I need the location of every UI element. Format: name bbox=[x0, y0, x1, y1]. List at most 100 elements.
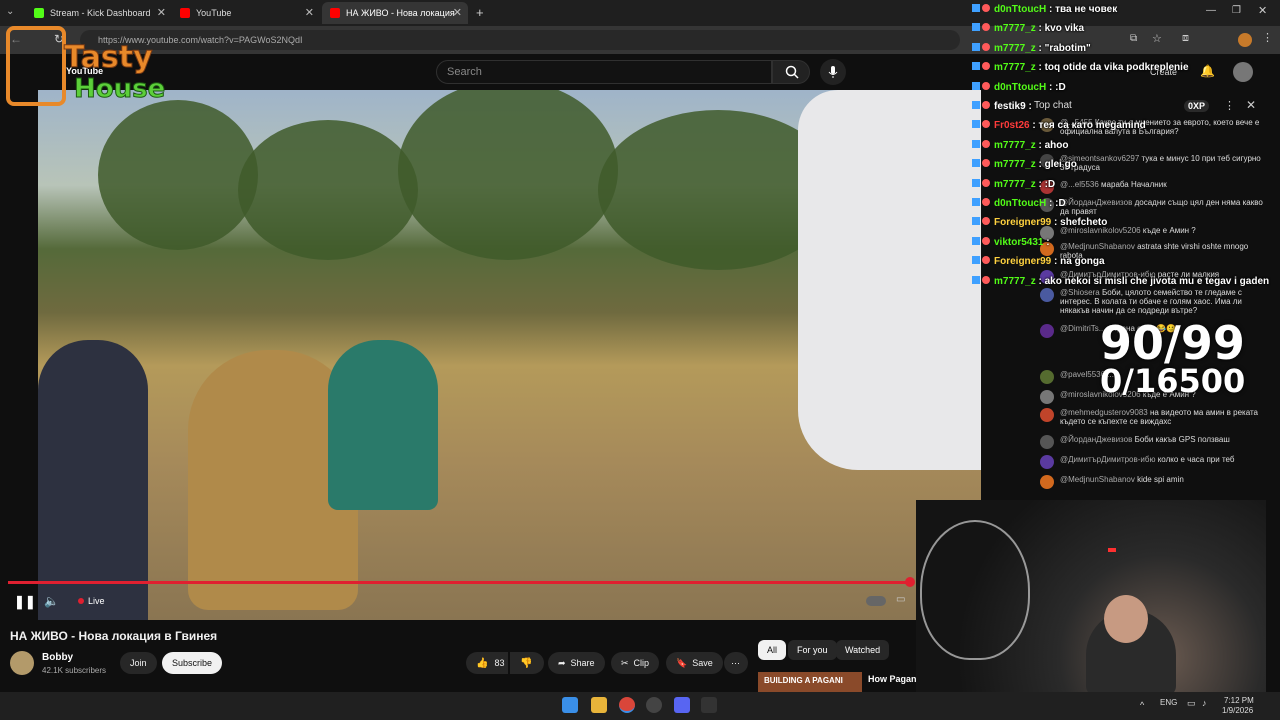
like-button[interactable]: 👍 83 bbox=[466, 652, 508, 674]
chat-user-avatar[interactable] bbox=[1040, 324, 1054, 338]
chip-for-you[interactable]: For you bbox=[788, 640, 837, 660]
volume-icon[interactable]: 🔈 bbox=[44, 594, 59, 608]
kick-username[interactable]: m7777_z bbox=[994, 159, 1036, 170]
chat-user-avatar[interactable] bbox=[1040, 475, 1054, 489]
subscribe-button[interactable]: Subscribe bbox=[162, 652, 223, 674]
more-actions-button[interactable]: ⋯ bbox=[724, 652, 748, 674]
related-title[interactable]: How Pagani Exclusive ... bbox=[868, 674, 916, 686]
clock-time[interactable]: 7:12 PM bbox=[1224, 696, 1254, 705]
chat-username[interactable]: @pavel5536 bbox=[1060, 370, 1105, 379]
tab-live-video[interactable]: НА ЖИВО - Нова локация ✕ bbox=[322, 2, 468, 24]
url-bar[interactable]: https://www.youtube.com/watch?v=PAGWoS2N… bbox=[80, 30, 960, 50]
kick-username[interactable]: Foreigner99 bbox=[994, 217, 1051, 228]
discord-icon[interactable] bbox=[674, 697, 690, 713]
chip-all[interactable]: All bbox=[758, 640, 787, 660]
kick-username[interactable]: m7777_z bbox=[994, 179, 1036, 190]
kick-username[interactable]: m7777_z bbox=[994, 276, 1036, 287]
live-indicator[interactable] bbox=[78, 598, 84, 604]
clip-button[interactable]: ✂ Clip bbox=[611, 652, 660, 674]
separator: : bbox=[1035, 159, 1045, 171]
related-thumbnail[interactable]: BUILDING A PAGANI bbox=[758, 672, 862, 692]
close-icon[interactable]: ✕ bbox=[305, 6, 314, 19]
search-button[interactable] bbox=[772, 60, 810, 84]
language-indicator[interactable]: ENG bbox=[1160, 698, 1177, 707]
save-button[interactable]: 🔖 Save bbox=[666, 652, 723, 674]
channel-name[interactable]: Bobby bbox=[42, 652, 73, 663]
terminal-icon[interactable] bbox=[701, 697, 717, 713]
kick-username[interactable]: viktor5431 bbox=[994, 237, 1043, 248]
kick-username[interactable]: festik9 bbox=[994, 101, 1026, 112]
chat-close-icon[interactable]: ✕ bbox=[1246, 98, 1256, 112]
browser-menu-icon[interactable]: ⋮ bbox=[1262, 31, 1273, 44]
kick-username[interactable]: d0nTtoucH bbox=[994, 4, 1046, 15]
clock-date[interactable]: 1/9/2026 bbox=[1222, 706, 1253, 715]
kick-chat-line: m7777_z : kvo vika bbox=[972, 23, 1084, 35]
kick-username[interactable]: d0nTtoucH bbox=[994, 198, 1046, 209]
user-badges bbox=[972, 42, 994, 55]
user-badges bbox=[972, 217, 994, 229]
progress-handle[interactable] bbox=[904, 577, 915, 587]
network-icon[interactable]: ▭ bbox=[1187, 698, 1196, 709]
tab-youtube[interactable]: YouTube ✕ bbox=[172, 2, 320, 24]
autoplay-toggle[interactable] bbox=[866, 596, 886, 606]
chat-username[interactable]: @ЙорданДжевизов bbox=[1060, 435, 1132, 444]
kick-username[interactable]: m7777_z bbox=[994, 140, 1036, 151]
chat-username[interactable]: @DimitriTs... bbox=[1060, 324, 1105, 333]
chat-username[interactable]: @MedjnunShabanov bbox=[1060, 242, 1135, 251]
kick-username[interactable]: m7777_z bbox=[994, 62, 1036, 73]
account-avatar[interactable] bbox=[1233, 62, 1253, 82]
chat-menu-icon[interactable]: ⋮ bbox=[1224, 99, 1235, 112]
tray-chevron-icon[interactable]: ^ bbox=[1140, 700, 1144, 710]
chat-user-avatar[interactable] bbox=[1040, 390, 1054, 404]
chat-user-avatar[interactable] bbox=[1040, 288, 1054, 302]
video-progress-bar[interactable] bbox=[8, 577, 915, 587]
file-explorer-icon[interactable] bbox=[591, 697, 607, 713]
pause-icon[interactable]: ❚❚ bbox=[14, 594, 36, 610]
verified-badge-icon bbox=[972, 62, 980, 71]
profile-avatar[interactable] bbox=[1238, 33, 1252, 47]
kick-username[interactable]: d0nTtoucH bbox=[994, 82, 1046, 93]
kick-icon bbox=[34, 8, 44, 18]
notifications-bell-icon[interactable]: 🔔 bbox=[1200, 64, 1215, 78]
chat-username[interactable]: @...el5536 bbox=[1060, 180, 1099, 189]
kick-username[interactable]: Foreigner99 bbox=[994, 256, 1051, 267]
chrome-icon[interactable] bbox=[619, 697, 635, 713]
windows-taskbar bbox=[0, 692, 1280, 720]
tab-list-icon[interactable]: ⌄ bbox=[6, 6, 14, 17]
video-frame[interactable] bbox=[38, 90, 981, 620]
verified-badge-icon bbox=[972, 101, 980, 109]
channel-avatar[interactable] bbox=[10, 651, 34, 675]
volume-tray-icon[interactable]: ♪ bbox=[1202, 698, 1207, 708]
bookmark-star-icon[interactable]: ☆ bbox=[1152, 32, 1162, 45]
extensions-icon[interactable]: ⧈ bbox=[1182, 32, 1189, 45]
captions-icon[interactable]: ▭ bbox=[896, 594, 905, 605]
kick-username[interactable]: m7777_z bbox=[994, 43, 1036, 54]
chat-username[interactable]: @Shiosera bbox=[1060, 288, 1100, 297]
kick-username[interactable]: m7777_z bbox=[994, 23, 1036, 34]
new-tab-button[interactable]: + bbox=[476, 5, 484, 20]
chat-user-avatar[interactable] bbox=[1040, 408, 1054, 422]
search-input[interactable]: Search bbox=[436, 60, 772, 84]
chat-username[interactable]: @ДимитърДимитров-ибю bbox=[1060, 455, 1155, 464]
close-icon[interactable]: ✕ bbox=[453, 6, 462, 19]
voice-search-button[interactable] bbox=[820, 59, 846, 85]
verified-badge-icon bbox=[972, 159, 980, 168]
live-label: Live bbox=[88, 596, 105, 606]
chat-user-avatar[interactable] bbox=[1040, 370, 1054, 384]
chat-user-avatar[interactable] bbox=[1040, 435, 1054, 449]
dislike-button[interactable]: 👎 bbox=[510, 652, 544, 674]
chat-username[interactable]: @MedjnunShabanov bbox=[1060, 475, 1135, 484]
chip-watched[interactable]: Watched bbox=[836, 640, 890, 660]
join-button[interactable]: Join bbox=[120, 652, 157, 674]
chat-user-avatar[interactable] bbox=[1040, 455, 1054, 469]
obs-icon[interactable] bbox=[646, 697, 662, 713]
chat-username[interactable]: @ЙорданДжевизов bbox=[1060, 198, 1132, 207]
windows-start-icon[interactable] bbox=[562, 697, 578, 713]
maximize-icon[interactable]: ❐ bbox=[1232, 5, 1241, 16]
chat-username[interactable]: @mehmedgusterov9083 bbox=[1060, 408, 1148, 417]
share-button[interactable]: ➦ Share bbox=[548, 652, 605, 674]
window-close-icon[interactable]: ✕ bbox=[1258, 4, 1267, 17]
kick-username[interactable]: Fr0st26 bbox=[994, 120, 1030, 131]
minimize-icon[interactable]: — bbox=[1206, 5, 1216, 16]
install-icon[interactable]: ⧉ bbox=[1130, 33, 1137, 44]
